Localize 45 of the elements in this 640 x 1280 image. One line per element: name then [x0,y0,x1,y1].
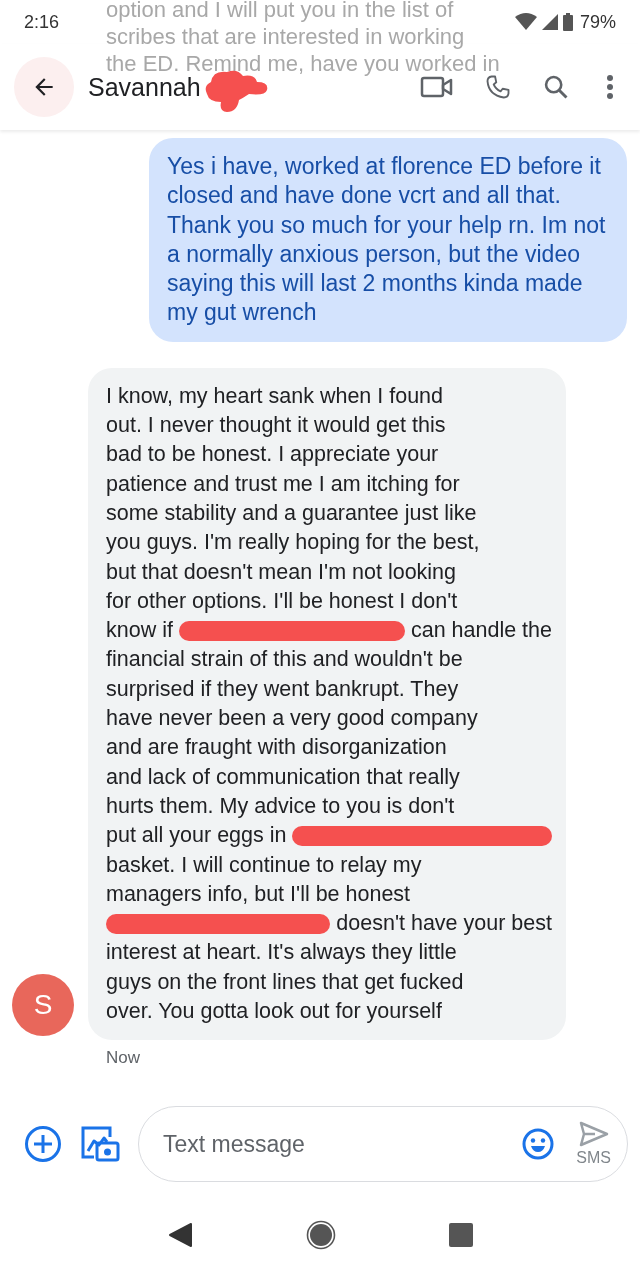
home-nav-icon[interactable] [306,1220,336,1250]
message-text: doesn't have your best [336,910,552,938]
contact-avatar[interactable]: S [12,974,74,1037]
message-text: over. You gotta look out for yourself [106,998,442,1025]
message-text: financial strain of this and wouldn't be [106,646,463,674]
send-icon[interactable] [578,1121,609,1147]
message-text: know if [106,617,173,645]
message-text: guys on the front lines that get fucked [106,968,464,996]
message-text: some stability and a guarantee just like [106,499,477,527]
message-text: and lack of communication that really [106,763,460,791]
recents-nav-icon[interactable] [449,1223,474,1247]
message-text: patience and trust me I am itching for [106,470,460,498]
message-text: bad to be honest. I appreciate your [106,441,439,469]
message-text: can handle the [410,617,552,645]
back-nav-icon[interactable] [166,1222,193,1248]
faded-message-text: scribes that are interested in working [106,23,466,50]
battery-icon [562,13,573,31]
message-text: hurts them. My advice to you is don't [106,792,455,820]
message-time: Now [106,1048,141,1069]
more-options-button[interactable] [606,74,614,100]
message-text: but that doesn't mean I'm not looking [106,558,457,586]
battery-percent: 79% [579,11,616,33]
message-text: and are fraught with disorganization [106,734,447,762]
message-text: put all your eggs in [106,822,287,850]
faded-message-text: option and I will put you in the list of [106,0,455,23]
send-button[interactable]: SMS [570,1121,617,1167]
message-text: out. I never thought it would get this [106,412,446,440]
wifi-icon [514,13,537,31]
message-text: interest at heart. It's always they little [106,939,457,967]
add-button[interactable] [24,1125,62,1163]
phone-button[interactable] [484,73,512,101]
status-time: 2:16 [24,11,60,33]
message-text: Yes i have, worked at florence ED before it closed and have done vcrt and all that. Thank you so much for your help rn. Im not a normally anxious person, but the video saying this will last 2 months kinda made my gut wrench [167,153,606,326]
message-text: surprised if they went bankrupt. They [106,675,459,703]
search-button[interactable] [542,73,570,101]
message-text: managers info, but I'll be honest [106,880,411,908]
message-text: basket. I will continue to relay my [106,851,422,879]
message-text: for other options. I'll be honest I don't [106,587,458,615]
message-text: have never been a very good company [106,705,478,733]
gallery-camera-button[interactable] [80,1125,120,1163]
message-text: you guys. I'm really hoping for the best, [106,529,480,557]
message-text: I know, my heart sank when I found [106,382,444,410]
emoji-icon[interactable] [522,1128,555,1160]
signal-icon [541,14,558,30]
video-call-button[interactable] [420,75,454,99]
